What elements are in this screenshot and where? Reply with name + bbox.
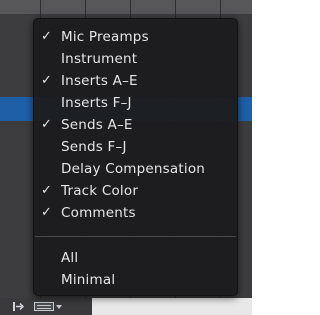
toggle-sidebar-icon[interactable] (12, 301, 26, 312)
view-list-icon (34, 302, 54, 311)
checkmark-icon: ✓ (41, 29, 52, 44)
menu-item-label: Inserts F–J (61, 95, 132, 111)
menu-item-track-color[interactable]: ✓ Track Color (34, 180, 237, 202)
checkmark-icon: ✓ (41, 73, 52, 88)
checkmark-icon: ✓ (41, 205, 52, 220)
menu-item-sends-f-j[interactable]: Sends F–J (34, 136, 237, 158)
strip-header (86, 0, 131, 14)
menu-item-label: Minimal (61, 272, 116, 288)
menu-item-label: Inserts A–E (61, 73, 138, 89)
menu-item-comments[interactable]: ✓ Comments (34, 202, 237, 224)
mixer-view-selector-icon[interactable] (34, 301, 62, 312)
menu-item-label: Sends F–J (61, 139, 127, 155)
menu-item-sends-a-e[interactable]: ✓ Sends A–E (34, 114, 237, 136)
menu-item-label: Mic Preamps (61, 29, 149, 45)
strip-header (41, 0, 86, 14)
menu-item-delay-compensation[interactable]: Delay Compensation (34, 158, 237, 180)
chevron-down-icon (56, 305, 62, 309)
checkmark-icon: ✓ (41, 183, 52, 198)
menu-item-inserts-a-e[interactable]: ✓ Inserts A–E (34, 70, 237, 92)
menu-item-label: All (61, 250, 79, 266)
strip-header (176, 0, 221, 14)
screenshot-frame: ✓ Mic Preamps Instrument ✓ Inserts A–E I… (0, 0, 261, 315)
menu-separator (35, 236, 236, 237)
menu-item-label: Sends A–E (61, 117, 133, 133)
menu-item-all[interactable]: All (34, 247, 237, 269)
strip-header (0, 0, 41, 14)
menu-item-minimal[interactable]: Minimal (34, 269, 237, 291)
strip-header (131, 0, 176, 14)
menu-item-inserts-f-j[interactable]: Inserts F–J (34, 92, 237, 114)
menu-item-mic-preamps[interactable]: ✓ Mic Preamps (34, 26, 237, 48)
menu-item-label: Delay Compensation (61, 161, 206, 177)
strip-header (221, 0, 252, 14)
menu-item-label: Comments (61, 205, 136, 221)
checkmark-icon: ✓ (41, 117, 52, 132)
menu-item-label: Instrument (61, 51, 138, 67)
menu-item-instrument[interactable]: Instrument (34, 48, 237, 70)
view-options-menu: ✓ Mic Preamps Instrument ✓ Inserts A–E I… (33, 18, 238, 296)
menu-item-label: Track Color (61, 183, 139, 199)
